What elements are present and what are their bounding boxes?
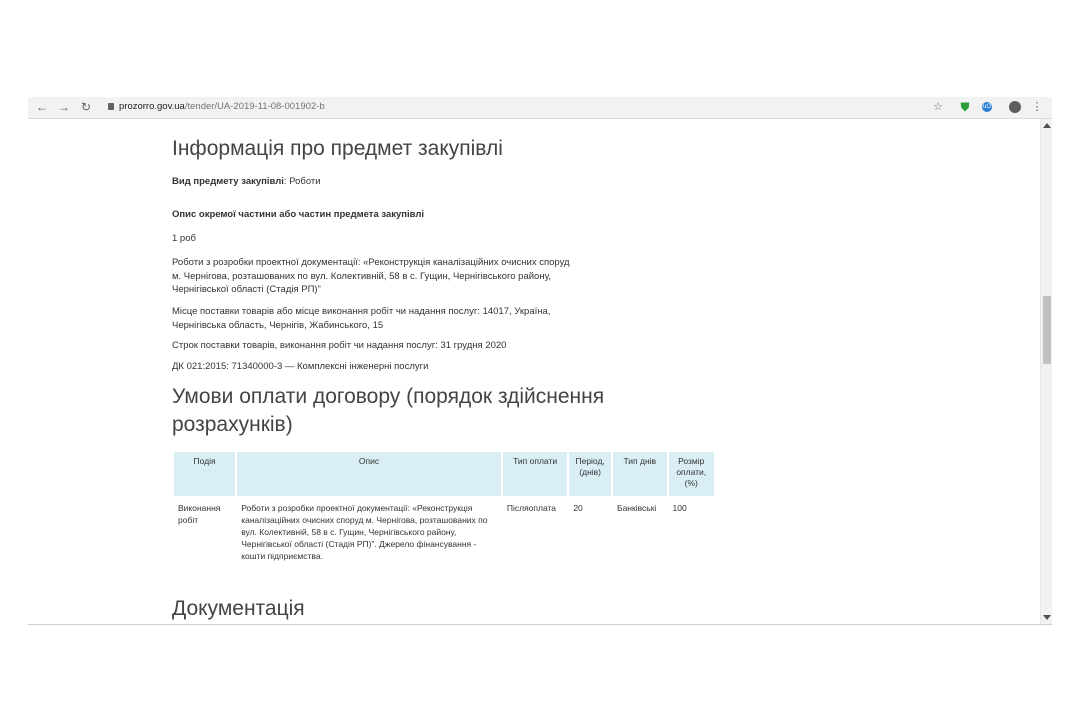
menu-kebab-icon[interactable]: ⋮: [1030, 100, 1044, 114]
table-header-row: Подія Опис Тип оплати Період, (днів) Тип…: [174, 452, 714, 496]
browser-window: ← → ↻ prozorro.gov.ua/tender/UA-2019-11-…: [28, 97, 1052, 625]
ublock-extension-icon[interactable]: uO: [982, 102, 992, 112]
cell-period: 20: [573, 503, 583, 513]
lot-desc-heading: Опис окремої частини або частин предмета…: [172, 209, 425, 220]
shield-extension-icon[interactable]: ⛊: [958, 100, 972, 114]
delivery-date: Строк поставки товарів, виконання робіт …: [172, 340, 507, 351]
profile-avatar-icon[interactable]: [1009, 101, 1021, 113]
url-domain: prozorro.gov.ua: [119, 101, 185, 112]
item-type-value: : Роботи: [283, 176, 321, 187]
col-header-description: Опис: [237, 452, 501, 496]
reload-icon[interactable]: ↻: [78, 99, 94, 115]
cell-description: Роботи з розробки проектної документації…: [241, 503, 488, 561]
cell-payment-type: Післяоплата: [506, 503, 557, 513]
classifier-code: ДК 021:2015: 71340000-3 — Комплексні інж…: [172, 361, 429, 372]
lot-description: Роботи з розробки проектної документації…: [172, 257, 570, 295]
page-content: Інформація про предмет закупівлі Вид пре…: [28, 119, 1040, 624]
col-header-payment-type: Тип оплати: [502, 452, 568, 496]
cell-amount: 100: [672, 503, 687, 513]
lock-icon: [108, 103, 114, 110]
col-header-event: Подія: [174, 452, 236, 496]
scroll-up-icon[interactable]: [1043, 123, 1051, 128]
item-type-row: Вид предмету закупівлі: Роботи: [172, 175, 672, 189]
scrollbar-thumb[interactable]: [1043, 296, 1051, 364]
section-title-item-info: Інформація про предмет закупівлі: [172, 137, 503, 160]
browser-toolbar: ← → ↻ prozorro.gov.ua/tender/UA-2019-11-…: [28, 97, 1052, 119]
vertical-scrollbar[interactable]: [1040, 119, 1052, 624]
item-type-label: Вид предмету закупівлі: [172, 176, 284, 187]
col-header-period: Період, (днів): [569, 452, 611, 496]
scroll-down-icon[interactable]: [1043, 615, 1051, 620]
delivery-place: Місце поставки товарів або місце виконан…: [172, 306, 551, 331]
bookmark-star-icon[interactable]: ☆: [931, 100, 945, 114]
quantity-text: 1 роб: [172, 233, 196, 244]
cell-event: Виконання робіт: [178, 503, 221, 525]
col-header-amount: Розмір оплати, (%): [668, 452, 714, 496]
forward-icon[interactable]: →: [56, 99, 72, 115]
url-path: /tender/UA-2019-11-08-001902-b: [184, 101, 325, 112]
table-row: Виконання робіт Роботи з розробки проект…: [174, 496, 714, 568]
col-header-day-type: Тип днів: [612, 452, 667, 496]
section-title-payment: Умови оплати договору (порядок здійсненн…: [172, 385, 605, 436]
back-icon[interactable]: ←: [34, 99, 50, 115]
payment-terms-table: Подія Опис Тип оплати Період, (днів) Тип…: [172, 452, 716, 568]
address-bar[interactable]: prozorro.gov.ua/tender/UA-2019-11-08-001…: [108, 101, 325, 112]
cell-day-type: Банківські: [616, 503, 657, 513]
section-title-documentation: Документація: [172, 597, 305, 620]
